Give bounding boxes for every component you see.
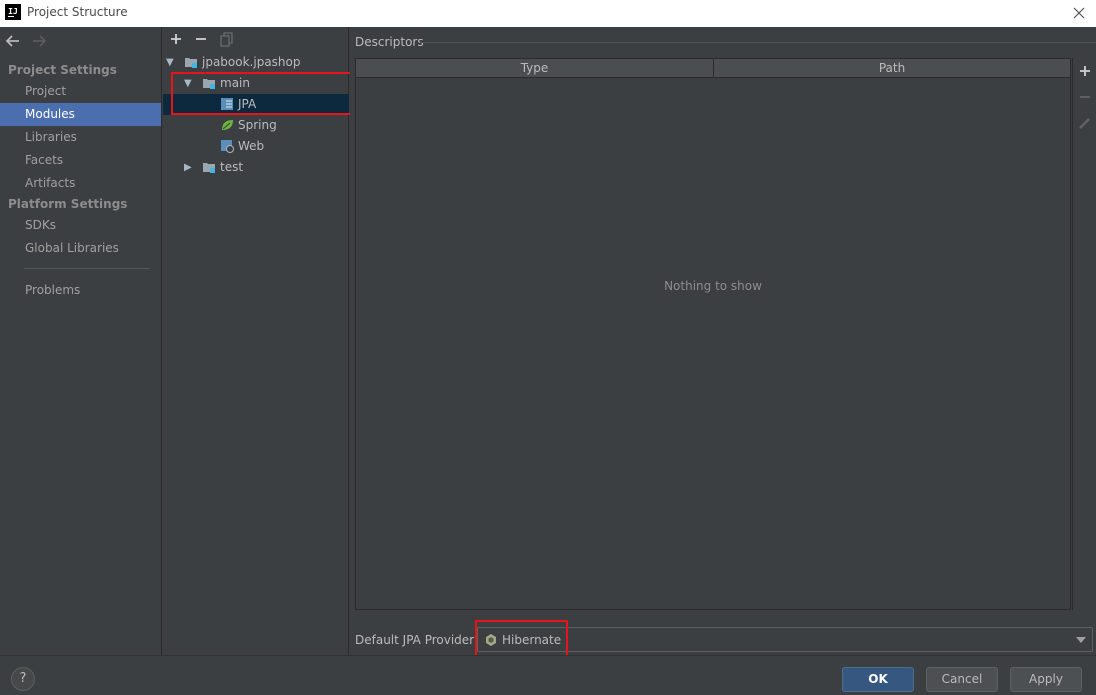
- tree-node-test[interactable]: ▶ test: [163, 157, 349, 178]
- sidebar-item-facets[interactable]: Facets: [0, 149, 161, 172]
- sidebar-item-artifacts[interactable]: Artifacts: [0, 172, 161, 195]
- module-tree-panel: ▼ jpabook.jpashop ▼ main JPA Spring Web …: [163, 27, 349, 655]
- tree-node-jpa[interactable]: JPA: [163, 94, 349, 115]
- tree-label: Web: [238, 139, 265, 153]
- cancel-button[interactable]: Cancel: [926, 667, 998, 692]
- module-folder-icon: [203, 79, 215, 89]
- tree-label: Spring: [238, 118, 277, 132]
- jpa-provider-dropdown[interactable]: Hibernate: [477, 627, 1093, 652]
- tree-label: jpabook.jpashop: [202, 55, 301, 69]
- close-icon: [1073, 7, 1085, 19]
- window-title: Project Structure: [27, 5, 128, 19]
- tree-node-main[interactable]: ▼ main: [163, 73, 349, 94]
- default-jpa-provider-label: Default JPA Provider: [355, 633, 475, 647]
- help-button[interactable]: ?: [11, 667, 35, 691]
- remove-button[interactable]: [191, 29, 211, 49]
- copy-button[interactable]: [217, 29, 237, 49]
- tree-node-web[interactable]: Web: [163, 136, 349, 157]
- apply-button[interactable]: Apply: [1010, 667, 1082, 692]
- ok-button[interactable]: OK: [842, 667, 914, 692]
- module-folder-icon: [185, 58, 197, 68]
- sidebar-divider: [24, 268, 150, 269]
- remove-descriptor-button[interactable]: [1077, 89, 1093, 105]
- facet-details-panel: Descriptors Type Path Nothing to show De…: [350, 27, 1096, 655]
- jpa-facet-icon: [221, 98, 233, 110]
- column-header-type[interactable]: Type: [356, 59, 713, 77]
- column-header-path[interactable]: Path: [714, 59, 1070, 77]
- web-facet-icon: [221, 140, 234, 153]
- hibernate-icon: [486, 634, 496, 646]
- tree-label: JPA: [238, 97, 257, 111]
- pencil-icon: [1079, 118, 1090, 129]
- sidebar-item-libraries[interactable]: Libraries: [0, 126, 161, 149]
- section-divider: [420, 42, 1096, 43]
- chevron-down-icon: [1076, 637, 1086, 643]
- minus-icon: [1080, 96, 1090, 98]
- add-descriptor-button[interactable]: [1077, 63, 1093, 79]
- descriptors-toolbar: [1072, 58, 1096, 610]
- spring-leaf-icon: [222, 120, 233, 130]
- minus-icon: [196, 38, 206, 40]
- collapse-triangle-icon[interactable]: ▶: [184, 157, 194, 178]
- empty-state-text: Nothing to show: [664, 279, 762, 293]
- expand-triangle-icon[interactable]: ▼: [166, 52, 176, 73]
- sidebar-item-modules[interactable]: Modules: [0, 103, 161, 126]
- settings-sidebar: Project Settings Project Modules Librari…: [0, 27, 162, 655]
- add-button[interactable]: [166, 29, 186, 49]
- module-folder-icon: [203, 163, 215, 173]
- jpa-provider-value: Hibernate: [502, 633, 562, 647]
- tree-label: main: [220, 76, 250, 90]
- copy-icon: [220, 32, 233, 47]
- descriptors-section-title: Descriptors: [355, 35, 424, 49]
- intellij-app-icon: IJ: [5, 4, 21, 20]
- sidebar-item-sdks[interactable]: SDKs: [0, 214, 161, 237]
- project-settings-header: Project Settings: [8, 63, 117, 77]
- descriptors-table[interactable]: Type Path Nothing to show: [355, 58, 1071, 610]
- tree-node-spring[interactable]: Spring: [163, 115, 349, 136]
- sidebar-item-problems[interactable]: Problems: [0, 279, 161, 302]
- title-bar: IJ Project Structure: [0, 0, 1096, 27]
- expand-triangle-icon[interactable]: ▼: [184, 73, 194, 94]
- plus-icon: [171, 34, 181, 44]
- edit-descriptor-button[interactable]: [1077, 115, 1093, 131]
- arrow-right-icon[interactable]: [31, 34, 47, 48]
- dialog-button-bar: ? OK Cancel Apply: [0, 655, 1096, 695]
- tree-node-jpabook-jpashop[interactable]: ▼ jpabook.jpashop: [163, 52, 349, 73]
- platform-settings-header: Platform Settings: [8, 197, 128, 211]
- arrow-left-icon[interactable]: [5, 34, 21, 48]
- sidebar-item-global-libraries[interactable]: Global Libraries: [0, 237, 161, 260]
- plus-icon: [1080, 66, 1090, 76]
- close-button[interactable]: [1068, 2, 1090, 24]
- tree-label: test: [220, 160, 244, 174]
- tree-toolbar: [163, 27, 349, 51]
- table-header: Type Path: [356, 59, 1070, 78]
- sidebar-item-project[interactable]: Project: [0, 80, 161, 103]
